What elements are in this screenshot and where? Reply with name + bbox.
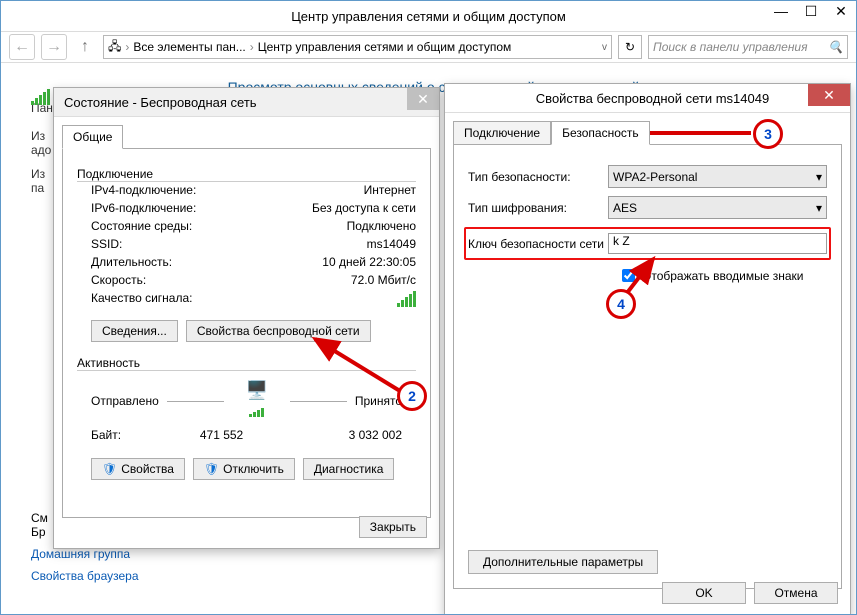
- network-pc-icon: 🖥️: [232, 380, 282, 422]
- highlight-box: Ключ безопасности сети k Z: [464, 227, 831, 260]
- annotation-4: 4: [606, 289, 636, 319]
- fieldset-connection: Подключение: [77, 167, 416, 181]
- fieldset-activity: Активность: [77, 356, 416, 370]
- dialog-title-bar: Состояние - Беспроводная сеть ✕: [54, 88, 439, 117]
- encryption-label: Тип шифрования:: [468, 201, 608, 215]
- label: SSID:: [91, 237, 122, 251]
- activity-row: Отправлено 🖥️ Принято: [77, 370, 416, 426]
- forward-button[interactable]: →: [41, 34, 67, 60]
- text-fragment: Из: [31, 167, 45, 181]
- close-dialog-button[interactable]: Закрыть: [359, 516, 427, 538]
- value: Без доступа к сети: [312, 201, 416, 215]
- homegroup-link[interactable]: Домашняя группа: [31, 547, 139, 561]
- chevron-down-icon: ▾: [816, 170, 822, 184]
- search-placeholder: Поиск в панели управления: [653, 40, 808, 54]
- tab-security[interactable]: Безопасность: [551, 121, 650, 145]
- status-dialog: Состояние - Беспроводная сеть ✕ Общие По…: [53, 87, 440, 549]
- encryption-select[interactable]: AES▾: [608, 196, 827, 219]
- window-controls: — ☐ ✕: [766, 1, 856, 23]
- shield-icon: 🛡: [102, 462, 117, 476]
- main-window: Центр управления сетями и общим доступом…: [0, 0, 857, 615]
- text-fragment: Бр: [31, 525, 46, 539]
- security-type-select[interactable]: WPA2-Personal▾: [608, 165, 827, 188]
- refresh-button[interactable]: ↻: [618, 35, 642, 59]
- text-fragment: па: [31, 181, 44, 195]
- breadcrumb-item[interactable]: Центр управления сетями и общим доступом: [258, 40, 512, 54]
- chevron-right-icon: ›: [250, 40, 254, 54]
- search-icon: 🔍: [828, 40, 843, 54]
- back-button[interactable]: ←: [9, 34, 35, 60]
- window-title: Центр управления сетями и общим доступом: [291, 9, 566, 24]
- value: ms14049: [367, 237, 416, 251]
- value: 72.0 Мбит/с: [351, 273, 416, 287]
- text-fragment: См: [31, 511, 48, 525]
- tab-general[interactable]: Общие: [62, 125, 123, 149]
- close-button[interactable]: ✕: [407, 88, 439, 110]
- security-key-label: Ключ безопасности сети: [468, 237, 608, 251]
- maximize-button[interactable]: ☐: [796, 1, 826, 23]
- disconnect-button[interactable]: 🛡Отключить: [193, 458, 295, 480]
- sent-label: Отправлено: [91, 394, 159, 408]
- tab-body: Подключение IPv4-подключение: Интернет IP…: [62, 148, 431, 518]
- recv-label: Принято: [355, 394, 402, 408]
- properties-button[interactable]: 🛡Свойства: [91, 458, 185, 480]
- tab-strip: Общие: [62, 125, 431, 149]
- up-button[interactable]: ↑: [73, 35, 97, 59]
- search-input[interactable]: Поиск в панели управления 🔍: [648, 35, 848, 59]
- location-icon: 🖧: [108, 37, 121, 58]
- bytes-label: Байт:: [91, 428, 121, 442]
- details-button[interactable]: Сведения...: [91, 320, 178, 342]
- annotation-3: 3: [753, 119, 783, 149]
- signal-bars-icon: [397, 291, 416, 310]
- show-chars-checkbox[interactable]: [622, 269, 635, 282]
- tab-connection[interactable]: Подключение: [453, 121, 551, 145]
- text-fragment: Из: [31, 129, 45, 143]
- wireless-properties-dialog: Свойства беспроводной сети ms14049 ✕ Под…: [444, 83, 851, 615]
- security-type-label: Тип безопасности:: [468, 170, 608, 184]
- wireless-props-button[interactable]: Свойства беспроводной сети: [186, 320, 371, 342]
- show-chars-label: Отображать вводимые знаки: [642, 269, 803, 283]
- label: Состояние среды:: [91, 219, 192, 233]
- diagnose-button[interactable]: Диагностика: [303, 458, 395, 480]
- tab-body: Тип безопасности: WPA2-Personal▾ Тип шиф…: [453, 144, 842, 589]
- close-button[interactable]: ✕: [808, 84, 850, 106]
- value: 10 дней 22:30:05: [322, 255, 416, 269]
- security-key-input[interactable]: k Z: [608, 233, 827, 254]
- tab-strip: Подключение Безопасность: [453, 121, 842, 145]
- browser-props-link[interactable]: Свойства браузера: [31, 569, 139, 583]
- text-fragment: адо: [31, 143, 51, 157]
- minimize-button[interactable]: —: [766, 1, 796, 23]
- location-bar[interactable]: 🖧 › Все элементы пан... › Центр управлен…: [103, 35, 612, 59]
- advanced-button[interactable]: Дополнительные параметры: [468, 550, 658, 574]
- value: Подключено: [347, 219, 416, 233]
- label: Длительность:: [91, 255, 172, 269]
- breadcrumb-row: ← → ↑ 🖧 › Все элементы пан... › Центр уп…: [1, 32, 856, 63]
- bytes-sent-value: 471 552: [121, 428, 322, 442]
- chevron-down-icon: ▾: [816, 201, 822, 215]
- chevron-right-icon: ›: [125, 40, 129, 54]
- label: IPv6-подключение:: [91, 201, 196, 215]
- value: Интернет: [364, 183, 416, 197]
- dialog-title: Состояние - Беспроводная сеть: [64, 95, 257, 110]
- shield-icon: 🛡: [204, 462, 219, 476]
- label: IPv4-подключение:: [91, 183, 196, 197]
- chevron-down-icon[interactable]: v: [602, 42, 607, 53]
- signal-icon: [31, 89, 50, 108]
- dialog-title-bar: Свойства беспроводной сети ms14049 ✕: [445, 84, 850, 113]
- ok-button[interactable]: OK: [662, 582, 746, 604]
- bytes-recv-value: 3 032 002: [322, 428, 402, 442]
- annotation-2: 2: [397, 381, 427, 411]
- label: Скорость:: [91, 273, 146, 287]
- breadcrumb-item[interactable]: Все элементы пан...: [133, 40, 245, 54]
- cancel-button[interactable]: Отмена: [754, 582, 838, 604]
- label: Качество сигнала:: [91, 291, 192, 310]
- close-button[interactable]: ✕: [826, 1, 856, 23]
- dialog-title: Свойства беспроводной сети ms14049: [536, 91, 769, 106]
- title-bar: Центр управления сетями и общим доступом…: [1, 1, 856, 32]
